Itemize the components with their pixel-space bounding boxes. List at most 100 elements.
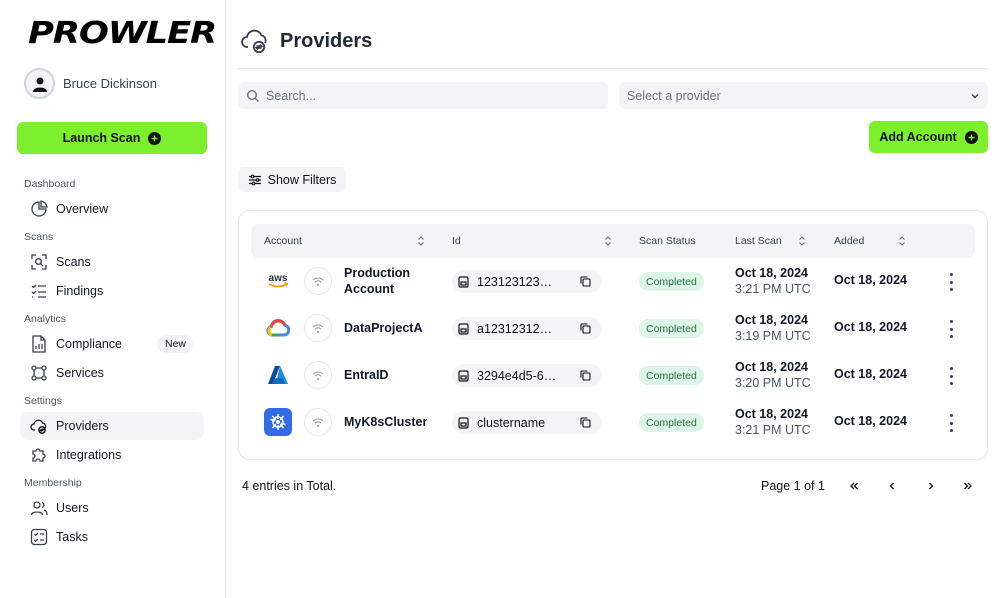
launch-scan-button[interactable]: Launch Scan: [17, 122, 207, 154]
nav-section-dashboard: Dashboard: [24, 178, 76, 190]
id-card-icon: [458, 322, 469, 335]
status-badge: Completed: [639, 413, 704, 432]
sidebar-item-compliance[interactable]: Compliance New: [20, 330, 204, 358]
sidebar-item-label: Tasks: [56, 530, 88, 544]
sidebar: PROWLER Bruce Dickinson Launch Scan Dash…: [0, 0, 226, 598]
gcp-logo-icon: [264, 314, 292, 342]
first-page-button[interactable]: [844, 476, 864, 496]
launch-scan-label: Launch Scan: [62, 131, 141, 145]
column-header-added[interactable]: Added: [834, 224, 864, 258]
sidebar-item-label: Overview: [56, 202, 109, 216]
cloud-sync-icon: [30, 419, 47, 434]
table-header: Account Id Scan Status Last Scan Added: [251, 224, 975, 258]
sliders-icon: [248, 174, 261, 185]
search-box[interactable]: [238, 82, 608, 109]
chevron-left-icon: [889, 482, 894, 490]
row-actions-icon[interactable]: [947, 320, 955, 338]
page-info: Page 1 of 1: [761, 479, 825, 493]
sidebar-item-label: Providers: [56, 419, 109, 433]
account-id-pill: 3294e4d5-65…: [452, 364, 602, 387]
row-actions-icon[interactable]: [947, 367, 955, 385]
account-alias[interactable]: Production Account: [344, 265, 410, 297]
copy-icon[interactable]: [580, 417, 591, 428]
sidebar-item-integrations[interactable]: Integrations: [20, 441, 204, 469]
chevrons-right-icon: [964, 482, 972, 490]
chevron-right-icon: [929, 482, 934, 490]
added-date: Oct 18, 2024: [834, 273, 907, 287]
show-filters-button[interactable]: Show Filters: [238, 167, 346, 192]
last-scan: Oct 18, 2024 3:21 PM UTC: [735, 266, 811, 296]
status-badge: Completed: [639, 319, 704, 338]
nav-section-scans: Scans: [24, 231, 54, 243]
id-card-icon: [458, 275, 469, 288]
account-id: 123123123123: [477, 274, 559, 289]
chevron-down-icon: [971, 93, 979, 98]
sidebar-nav: Dashboard Overview Scans Scans Findings: [20, 170, 204, 552]
document-chart-icon: [32, 335, 46, 353]
aws-logo-icon: aws: [264, 267, 292, 295]
list-checks-icon: [31, 284, 46, 298]
users-icon: [30, 501, 48, 516]
sidebar-item-overview[interactable]: Overview: [20, 195, 204, 223]
sidebar-item-services[interactable]: Services: [20, 359, 204, 387]
column-header-last-scan[interactable]: Last Scan: [735, 224, 782, 258]
id-card-icon: [458, 416, 469, 429]
services-icon: [31, 365, 47, 381]
sidebar-item-label: Findings: [56, 284, 104, 298]
user-profile[interactable]: Bruce Dickinson: [24, 68, 157, 99]
table-row: DataProjectA a123123123121 Completed Oct…: [251, 305, 975, 352]
copy-icon[interactable]: [580, 370, 591, 381]
column-header-scan-status: Scan Status: [639, 235, 696, 247]
account-id: a123123123121: [477, 321, 559, 336]
next-page-button[interactable]: [921, 476, 941, 496]
search-input[interactable]: [266, 88, 596, 103]
account-id: 3294e4d5-65…: [477, 368, 559, 383]
last-page-button[interactable]: [958, 476, 978, 496]
main-content: Providers Select a provider Add Account: [226, 0, 1000, 598]
puzzle-icon: [32, 448, 46, 462]
prowler-logo[interactable]: PROWLER: [28, 16, 217, 51]
account-alias[interactable]: EntraID: [344, 367, 388, 383]
table-row: EntraID 3294e4d5-65… Completed Oct 18, 2…: [251, 352, 975, 399]
sort-icon[interactable]: [603, 235, 613, 247]
row-actions-icon[interactable]: [947, 273, 955, 291]
last-scan: Oct 18, 2024 3:19 PM UTC: [735, 313, 811, 343]
account-alias[interactable]: MyK8sCluster: [344, 414, 427, 430]
sidebar-item-tasks[interactable]: Tasks: [20, 523, 204, 551]
nav-section-membership: Membership: [24, 477, 82, 489]
account-id: clustername: [477, 415, 546, 430]
table-row: MyK8sCluster clustername Completed Oct 1…: [251, 399, 975, 446]
provider-select[interactable]: Select a provider: [619, 82, 988, 109]
last-scan: Oct 18, 2024 3:21 PM UTC: [735, 407, 811, 437]
account-id-pill: clustername: [452, 411, 602, 434]
sidebar-item-findings[interactable]: Findings: [20, 277, 204, 305]
kubernetes-logo-icon: [264, 408, 292, 436]
azure-logo-icon: [264, 361, 292, 389]
tasks-icon: [30, 528, 48, 546]
previous-page-button[interactable]: [882, 476, 902, 496]
column-header-account[interactable]: Account: [264, 224, 302, 258]
sidebar-item-label: Users: [56, 501, 89, 515]
sidebar-item-scans[interactable]: Scans: [20, 248, 204, 276]
sort-icon[interactable]: [416, 235, 426, 247]
providers-table: Account Id Scan Status Last Scan Added a…: [238, 210, 988, 460]
account-id-pill: 123123123123: [452, 270, 602, 293]
copy-icon[interactable]: [580, 276, 591, 287]
connection-status-icon: [304, 267, 332, 295]
account-alias[interactable]: DataProjectA: [344, 320, 423, 336]
avatar[interactable]: [24, 68, 55, 99]
add-account-button[interactable]: Add Account: [869, 121, 988, 153]
row-actions-icon[interactable]: [947, 414, 955, 432]
user-name: Bruce Dickinson: [63, 76, 157, 91]
user-avatar-icon: [32, 77, 47, 92]
copy-icon[interactable]: [580, 323, 591, 334]
sidebar-item-providers[interactable]: Providers: [20, 412, 204, 440]
add-account-label: Add Account: [879, 130, 957, 144]
sort-icon[interactable]: [897, 235, 907, 247]
status-badge: Completed: [639, 272, 704, 291]
sidebar-item-users[interactable]: Users: [20, 494, 204, 522]
header-divider: [238, 68, 988, 69]
sort-icon[interactable]: [797, 235, 807, 247]
connection-status-icon: [304, 408, 332, 436]
column-header-id[interactable]: Id: [452, 224, 461, 258]
